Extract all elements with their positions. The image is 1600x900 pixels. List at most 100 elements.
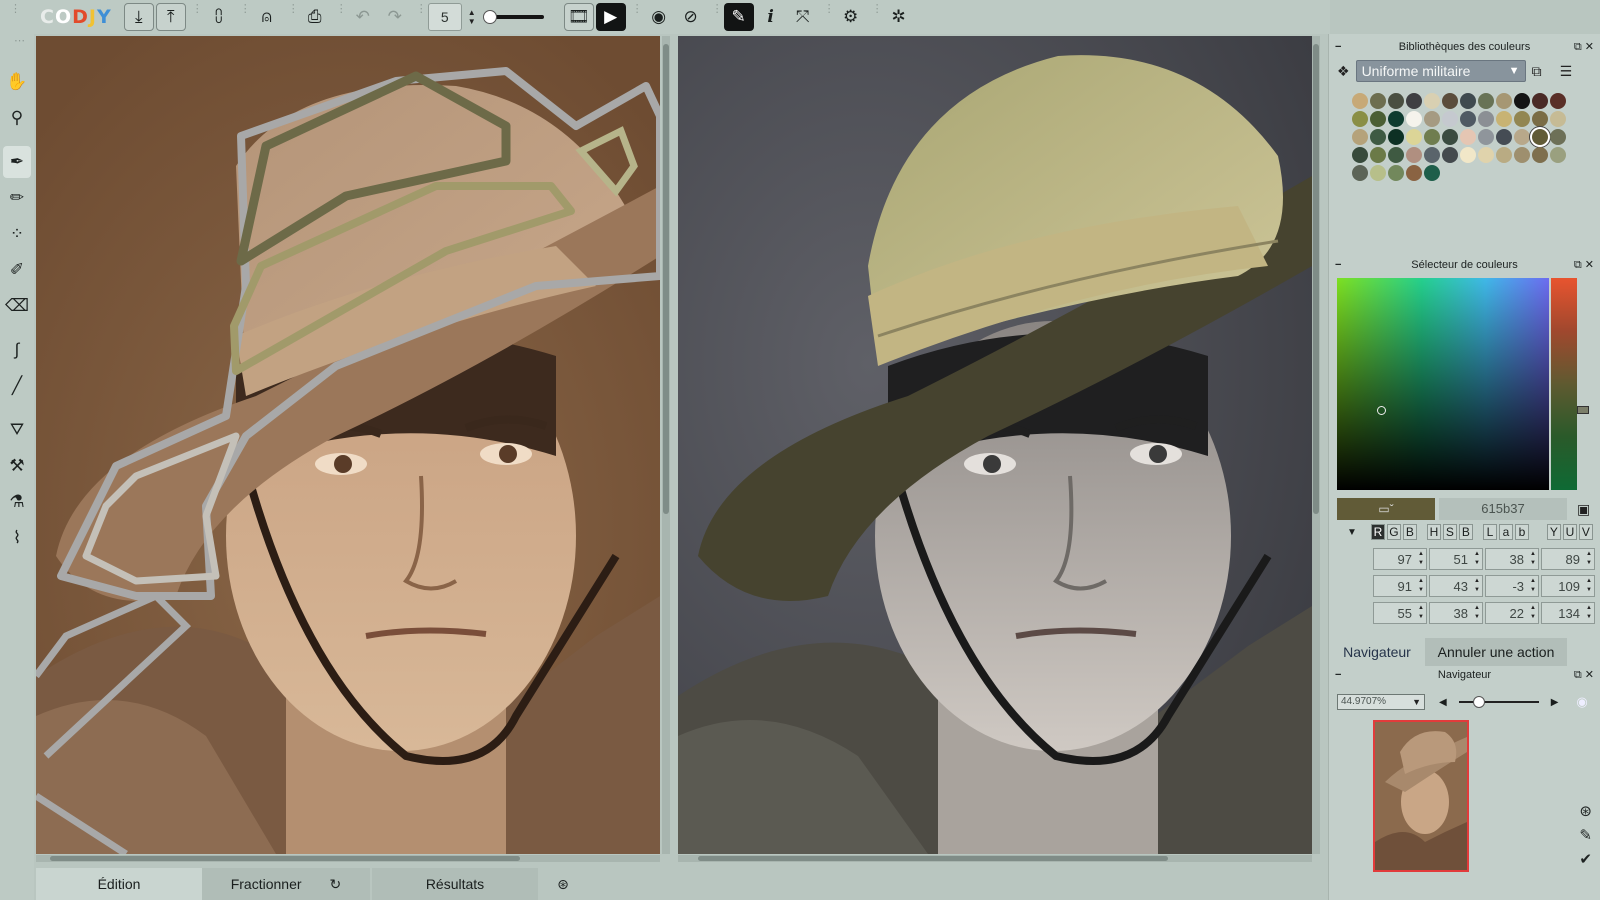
color-swatch[interactable] bbox=[1460, 93, 1476, 109]
color-swatch[interactable] bbox=[1370, 165, 1386, 181]
stamp-tool[interactable]: ⚒ bbox=[3, 450, 31, 482]
hand-tool[interactable]: ✋ bbox=[3, 66, 31, 98]
tool-grip[interactable]: ⋯ bbox=[14, 36, 25, 60]
mode-lab-b[interactable]: b bbox=[1514, 524, 1529, 540]
value-bright[interactable]: 38 bbox=[1429, 602, 1483, 624]
value-s[interactable]: 43 bbox=[1429, 575, 1483, 597]
panel-window-controls[interactable]: ⧉ ✕ bbox=[1574, 666, 1594, 684]
color-swatch[interactable] bbox=[1532, 129, 1548, 145]
color-swatch[interactable] bbox=[1370, 129, 1386, 145]
value-g[interactable]: 91 bbox=[1373, 575, 1427, 597]
debug-button[interactable]: ✲ bbox=[884, 3, 914, 31]
tab-annuler[interactable]: Annuler une action bbox=[1425, 638, 1567, 666]
value-u[interactable]: 109 bbox=[1541, 575, 1595, 597]
image-icon[interactable]: ▣ bbox=[1577, 501, 1590, 518]
detach-icon[interactable]: ⧉ bbox=[1532, 63, 1542, 80]
color-swatch[interactable] bbox=[1514, 111, 1530, 127]
color-swatch[interactable] bbox=[1406, 147, 1422, 163]
color-swatch[interactable] bbox=[1460, 147, 1476, 163]
color-swatch[interactable] bbox=[1532, 111, 1548, 127]
hue-slider-handle[interactable] bbox=[1577, 406, 1589, 414]
color-swatch[interactable] bbox=[1532, 147, 1548, 163]
marker-tool[interactable]: ✐ bbox=[3, 254, 31, 286]
toolbar-grip[interactable]: ⋮ bbox=[10, 4, 21, 28]
color-swatch[interactable] bbox=[1424, 147, 1440, 163]
dotted-pen-tool[interactable]: ⁘ bbox=[3, 218, 31, 250]
value-h[interactable]: 51 bbox=[1429, 548, 1483, 570]
mode-r[interactable]: R bbox=[1370, 524, 1385, 540]
panel-window-controls[interactable]: ⧉ ✕ bbox=[1574, 38, 1594, 56]
mode-h[interactable]: H bbox=[1426, 524, 1441, 540]
hue-slider[interactable] bbox=[1551, 278, 1577, 490]
toolbar-grip[interactable]: ⋮ bbox=[336, 4, 347, 28]
color-swatch[interactable] bbox=[1442, 111, 1458, 127]
result-canvas-hscrollbar[interactable] bbox=[678, 855, 1312, 862]
color-swatch[interactable] bbox=[1442, 93, 1458, 109]
color-swatch[interactable] bbox=[1424, 111, 1440, 127]
zoom-tool[interactable]: ⚲ bbox=[3, 102, 31, 134]
scroll-thumb[interactable] bbox=[663, 44, 669, 514]
menu-icon[interactable]: ☰ bbox=[1560, 63, 1573, 80]
mode-b[interactable]: B bbox=[1402, 524, 1417, 540]
visibility-icon[interactable]: ◉ bbox=[1576, 694, 1587, 710]
expand-triangle-icon[interactable]: ▼ bbox=[1347, 527, 1357, 538]
result-canvas-vscrollbar[interactable] bbox=[1312, 36, 1320, 854]
navigator-thumbnail[interactable] bbox=[1373, 720, 1469, 872]
dropper-tool[interactable]: ⚗ bbox=[3, 486, 31, 518]
saturation-value-area[interactable] bbox=[1337, 278, 1549, 490]
tab-fractionner[interactable]: Fractionner ↻ bbox=[202, 868, 370, 900]
settings-button[interactable]: ⚙ bbox=[836, 3, 866, 31]
hex-input[interactable]: 615b37 bbox=[1439, 498, 1567, 520]
smudge-tool[interactable]: ∫ bbox=[3, 334, 31, 366]
stepper-up-icon[interactable]: ▲ bbox=[468, 8, 476, 17]
color-swatch[interactable] bbox=[1406, 129, 1422, 145]
toolbar-grip[interactable]: ⋮ bbox=[712, 4, 723, 28]
value-a[interactable]: -3 bbox=[1485, 575, 1539, 597]
color-swatch[interactable] bbox=[1532, 93, 1548, 109]
export-button[interactable]: ⤒ bbox=[155, 3, 186, 31]
toolbar-grip[interactable]: ⋮ bbox=[416, 4, 427, 28]
color-swatch[interactable] bbox=[1370, 147, 1386, 163]
value-l[interactable]: 38 bbox=[1485, 548, 1539, 570]
tab-resultats[interactable]: Résultats bbox=[372, 868, 538, 900]
color-swatch[interactable] bbox=[1442, 129, 1458, 145]
compare-icon[interactable]: ⊛ bbox=[1579, 802, 1592, 820]
toolbar-grip[interactable]: ⋮ bbox=[288, 4, 299, 28]
color-swatch[interactable] bbox=[1478, 147, 1494, 163]
value-b[interactable]: 55 bbox=[1373, 602, 1427, 624]
current-color-swatch[interactable]: ▭ˇ bbox=[1337, 498, 1435, 520]
color-swatch[interactable] bbox=[1496, 93, 1512, 109]
color-swatch[interactable] bbox=[1370, 111, 1386, 127]
collapse-icon[interactable]: − bbox=[1335, 256, 1341, 274]
mode-a[interactable]: a bbox=[1498, 524, 1513, 540]
color-swatch[interactable] bbox=[1388, 147, 1404, 163]
color-swatch[interactable] bbox=[1478, 129, 1494, 145]
checkmark-icon[interactable]: ✔ bbox=[1579, 850, 1592, 868]
scroll-thumb[interactable] bbox=[50, 856, 520, 861]
palette-icon[interactable]: ❖ bbox=[1337, 63, 1350, 80]
color-swatch[interactable] bbox=[1370, 93, 1386, 109]
color-swatch[interactable] bbox=[1460, 129, 1476, 145]
stamp-button[interactable]: ⍝ bbox=[252, 3, 282, 31]
zoom-slider-knob[interactable] bbox=[1472, 696, 1485, 708]
pen-tool[interactable]: ✒ bbox=[3, 146, 31, 178]
color-swatch[interactable] bbox=[1424, 93, 1440, 109]
zoom-dropdown[interactable]: 44.9707% ▼ bbox=[1337, 694, 1425, 710]
color-swatch[interactable] bbox=[1478, 93, 1494, 109]
color-swatch[interactable] bbox=[1550, 93, 1566, 109]
toolbar-grip[interactable]: ⋮ bbox=[824, 4, 835, 28]
layers-button[interactable]: ⩇ bbox=[204, 3, 234, 31]
print-button[interactable]: ⎙ bbox=[300, 3, 330, 31]
color-picker-cursor[interactable] bbox=[1377, 406, 1386, 415]
eyedropper-tool[interactable]: ⌇ bbox=[3, 522, 31, 554]
brush-size-stepper[interactable]: ▲ ▼ bbox=[468, 8, 476, 26]
scroll-thumb[interactable] bbox=[1313, 44, 1319, 514]
edit-canvas-vscrollbar[interactable] bbox=[662, 36, 670, 854]
stepper-down-icon[interactable]: ▼ bbox=[468, 17, 476, 26]
color-swatch[interactable] bbox=[1550, 147, 1566, 163]
brush-size-input[interactable]: 5 bbox=[427, 3, 462, 31]
zoom-in-icon[interactable]: ▶ bbox=[1551, 697, 1559, 708]
toolbar-grip[interactable]: ⋮ bbox=[632, 4, 643, 28]
eraser-tool[interactable]: ⌫ bbox=[3, 290, 31, 322]
color-swatch[interactable] bbox=[1496, 147, 1512, 163]
